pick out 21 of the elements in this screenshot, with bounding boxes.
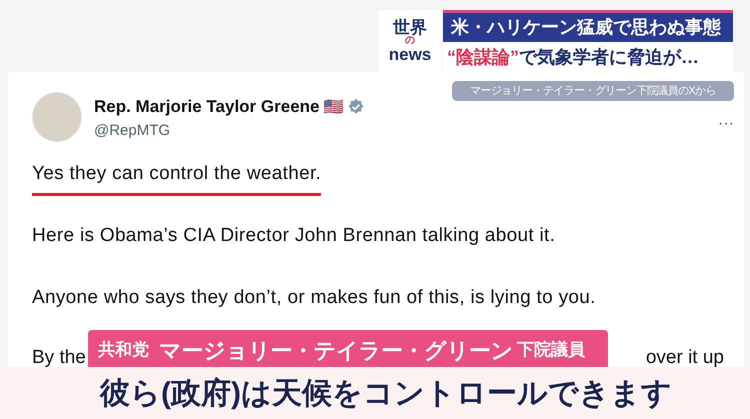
logo-text: 世界	[393, 19, 427, 36]
logo-text: news	[388, 46, 432, 63]
tweet-text: Here is Obama’s CIA Director John Brennan talking about it.	[32, 224, 556, 248]
avatar	[32, 92, 82, 142]
person-name: マージョリー・テイラー・グリーン	[159, 336, 513, 364]
account-handle: @RepMTG	[94, 120, 172, 140]
headline: 米・ハリケーン猛威で思わぬ事態	[451, 16, 721, 39]
subheadline-text: “陰謀論”	[447, 46, 519, 68]
more-options-button[interactable]: ···	[718, 112, 734, 136]
subheadline-text: で気象学者に脅迫が…	[519, 46, 699, 68]
logo-text: の	[405, 36, 415, 46]
tweet-text: over it up	[646, 346, 724, 370]
source-text: マージョリー・テイラー・グリーン下院議員のXから	[470, 84, 716, 99]
party-label: 共和党	[98, 339, 149, 362]
flag-icon: 🇺🇸	[323, 94, 344, 119]
tweet-text: Yes they can control the weather.	[32, 160, 322, 196]
account-name: Rep. Marjorie Taylor Greene	[94, 96, 320, 118]
person-title: 下院議員	[517, 339, 585, 362]
tweet-text: Anyone who says they don’t, or makes fun of this, is lying to you.	[32, 286, 596, 310]
tweet-text: By the	[32, 346, 86, 370]
subtitle-text: 彼ら(政府)は天候をコントロールできます	[100, 376, 672, 412]
